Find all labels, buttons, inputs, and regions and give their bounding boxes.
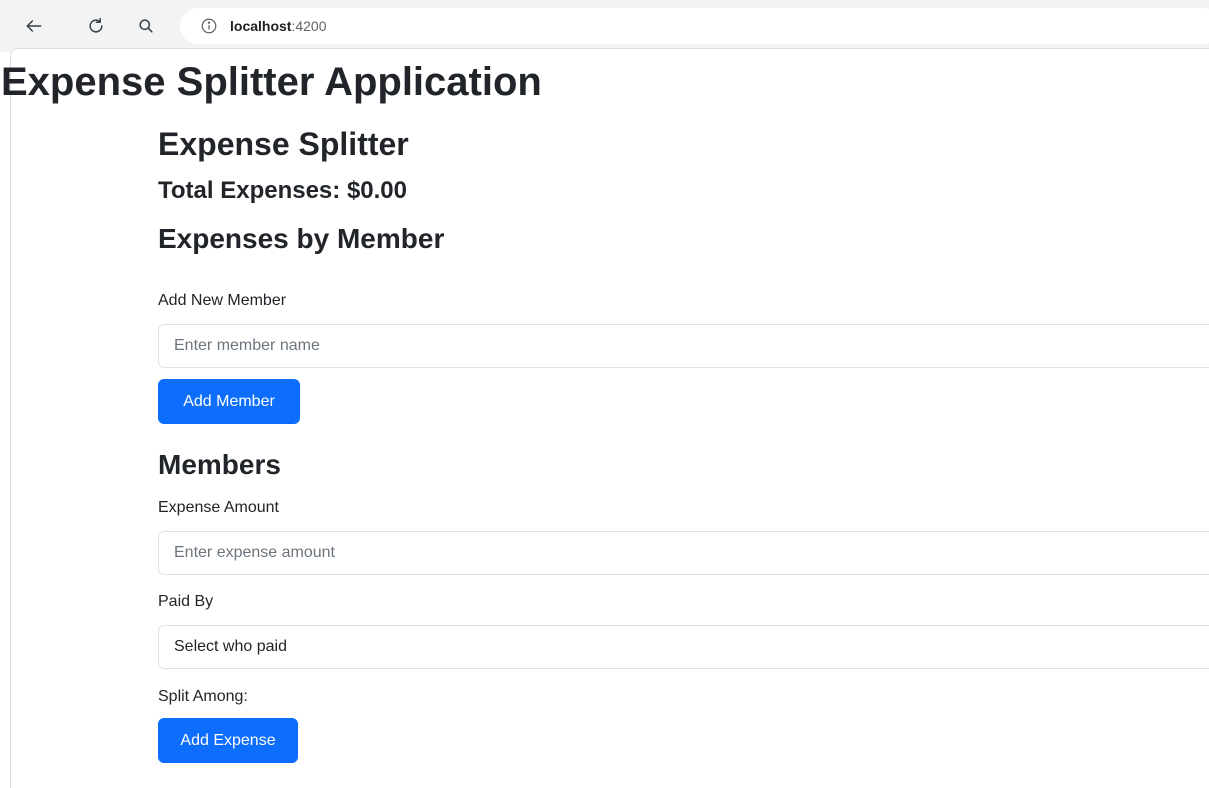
add-expense-button[interactable]: Add Expense [158, 718, 298, 763]
split-among-label: Split Among: [158, 688, 248, 705]
add-member-label: Add New Member [158, 292, 287, 309]
url-host: localhost [230, 18, 292, 34]
members-heading: Members [158, 449, 281, 480]
reload-icon[interactable] [84, 14, 108, 38]
back-arrow-icon[interactable] [22, 14, 46, 38]
paid-by-label: Paid By [158, 593, 214, 610]
app-title: Expense Splitter Application [1, 60, 542, 104]
page-viewport: Expense Splitter Application Expense Spl… [1, 48, 1209, 788]
expenses-by-member-heading: Expenses by Member [158, 223, 445, 254]
splitter-title: Expense Splitter [158, 126, 409, 162]
url-text[interactable]: localhost:4200 [230, 18, 327, 34]
address-bar[interactable]: localhost:4200 [180, 8, 1209, 44]
info-icon[interactable] [200, 17, 218, 35]
paid-by-select[interactable]: Select who paid [158, 625, 1209, 669]
total-expenses: Total Expenses: $0.00 [158, 177, 407, 204]
member-name-input[interactable] [158, 324, 1209, 368]
add-member-button[interactable]: Add Member [158, 379, 300, 424]
search-icon[interactable] [134, 14, 158, 38]
expense-amount-label: Expense Amount [158, 499, 279, 516]
expense-amount-input[interactable] [158, 531, 1209, 575]
browser-toolbar: localhost:4200 [0, 0, 1209, 52]
url-port: :4200 [291, 18, 327, 34]
paid-by-selected-value: Select who paid [174, 638, 287, 655]
